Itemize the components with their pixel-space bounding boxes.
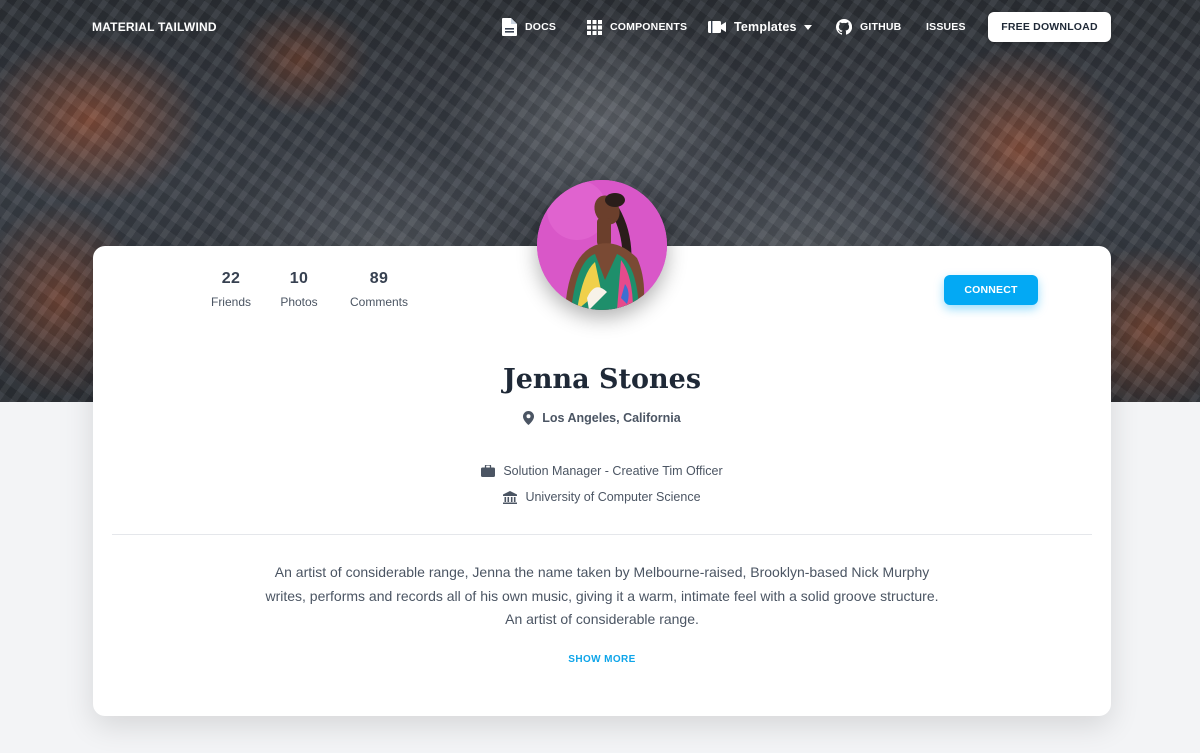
navbar: MATERIAL TAILWIND DOCS COMPONENTS Templa…	[0, 0, 1200, 54]
profile-name: Jenna Stones	[502, 364, 702, 395]
video-icon	[708, 21, 726, 33]
avatar-image	[537, 180, 667, 310]
stat-value: 89	[369, 270, 389, 287]
nav-components[interactable]: COMPONENTS	[587, 17, 687, 37]
file-icon	[502, 18, 517, 36]
map-pin-icon	[523, 411, 535, 425]
brand-logo[interactable]: MATERIAL TAILWIND	[92, 20, 217, 34]
bio-line: An artist of considerable range.	[505, 611, 699, 627]
stat-comments: 89 Comments	[344, 270, 414, 309]
profile-location: Los Angeles, California	[93, 411, 1111, 425]
nav-issues[interactable]: ISSUES	[926, 17, 966, 37]
free-download-button[interactable]: FREE DOWNLOAD	[988, 12, 1111, 42]
profile-card: 22 Friends 10 Photos 89 Comments CONNECT…	[93, 180, 1111, 716]
stat-label: Friends	[210, 295, 251, 309]
nav-issues-label: ISSUES	[926, 21, 966, 33]
location-text: Los Angeles, California	[542, 411, 681, 425]
caret-down-icon	[803, 24, 812, 30]
stat-label: Photos	[280, 295, 318, 309]
nav-github-label: GITHUB	[860, 21, 902, 33]
stat-photos: 10 Photos	[274, 270, 324, 309]
bio-line: writes, performs and records all of his …	[265, 587, 939, 604]
stat-friends: 22 Friends	[206, 270, 256, 309]
nav-templates-dropdown[interactable]: Templates	[708, 17, 812, 37]
nav-templates-label: Templates	[734, 20, 797, 34]
nav-docs[interactable]: DOCS	[502, 17, 556, 37]
stat-value: 10	[289, 270, 309, 287]
nav-github[interactable]: GITHUB	[836, 17, 901, 37]
show-more-link[interactable]: SHOW MORE	[93, 654, 1111, 665]
university-icon	[503, 490, 518, 504]
school-text: University of Computer Science	[525, 490, 701, 504]
connect-button[interactable]: CONNECT	[944, 275, 1038, 305]
grid-icon	[587, 19, 602, 35]
profile-job: Solution Manager - Creative Tim Officer	[93, 464, 1111, 478]
job-text: Solution Manager - Creative Tim Officer	[503, 464, 723, 478]
nav-docs-label: DOCS	[525, 21, 557, 33]
bio-line: An artist of considerable range, Jenna t…	[274, 564, 930, 580]
stat-label: Comments	[349, 295, 408, 309]
nav-components-label: COMPONENTS	[610, 21, 688, 33]
avatar[interactable]	[537, 180, 667, 310]
profile-school: University of Computer Science	[93, 490, 1111, 504]
github-icon	[836, 19, 852, 35]
profile-bio: An artist of considerable range, Jenna t…	[243, 561, 961, 632]
briefcase-icon	[481, 465, 496, 477]
divider	[112, 534, 1092, 535]
stat-value: 22	[221, 270, 241, 287]
